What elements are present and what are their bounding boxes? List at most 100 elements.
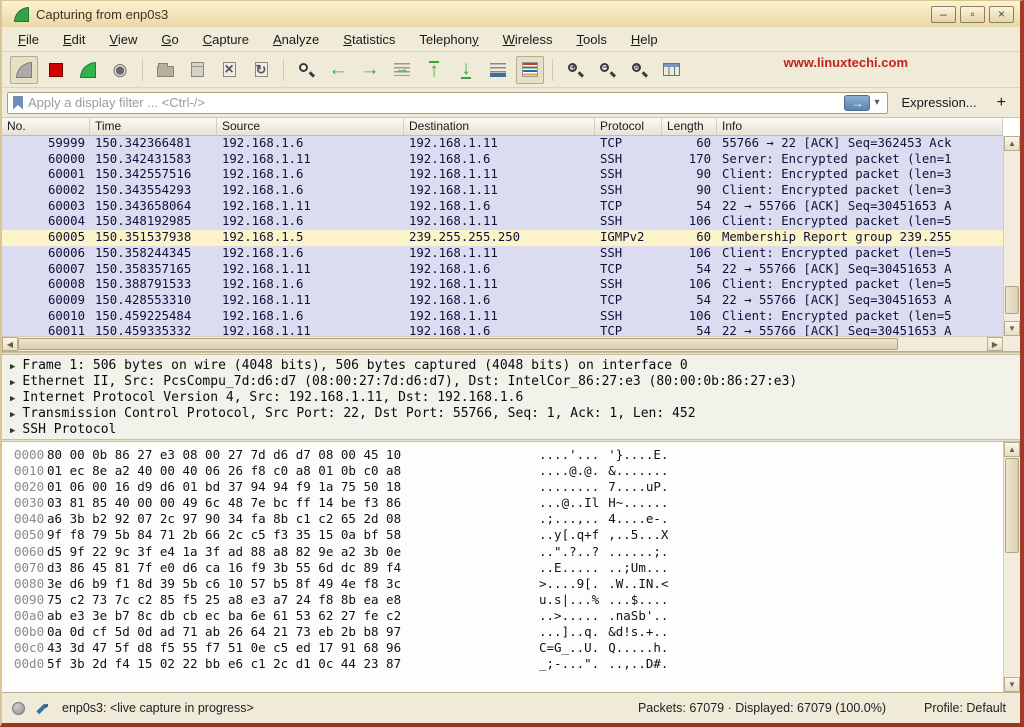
column-header-destination[interactable]: Destination [404,118,595,135]
menu-file[interactable]: File [18,32,39,47]
filter-dropdown-caret-icon[interactable]: ▾ [874,97,879,108]
menu-view[interactable]: View [109,32,137,47]
scroll-up-icon[interactable]: ▲ [1004,442,1020,457]
auto-scroll-icon[interactable] [484,56,512,84]
column-header-protocol[interactable]: Protocol [595,118,662,135]
zoom-out-icon[interactable]: − [593,56,621,84]
apply-filter-button[interactable]: → [844,95,870,111]
packet-list-vscrollbar[interactable]: ▲ ▼ [1003,136,1020,336]
hex-row-0000[interactable]: 000080 00 0b 86 27 e3 08 0027 7d d6 d7 0… [2,447,1003,463]
hex-row-00c0[interactable]: 00c043 3d 47 5f d8 f5 55 f751 0e c5 ed 1… [2,640,1003,656]
packet-row-60001[interactable]: 60001150.342557516192.168.1.6192.168.1.1… [2,167,1003,183]
capture-comment-icon[interactable] [35,702,48,715]
scroll-thumb[interactable] [18,338,898,350]
menu-capture[interactable]: Capture [203,32,249,47]
expert-info-icon[interactable] [12,702,25,715]
capture-stop-icon[interactable] [42,56,70,84]
bookmark-icon[interactable] [13,96,23,110]
scroll-down-icon[interactable]: ▼ [1004,677,1020,692]
expand-arrow-icon[interactable]: ▶ [10,378,15,388]
hex-row-0010[interactable]: 001001 ec 8e a2 40 00 40 0626 f8 c0 a8 0… [2,463,1003,479]
file-open-icon[interactable] [151,56,179,84]
column-header-length[interactable]: Length [662,118,717,135]
hex-row-0070[interactable]: 0070d3 86 45 81 7f e0 d6 ca16 f9 3b 55 6… [2,560,1003,576]
packet-list-hscrollbar[interactable]: ◀ ▶ [2,336,1003,351]
menu-help[interactable]: Help [631,32,658,47]
display-filter-field[interactable]: → ▾ [7,92,888,114]
menu-tools[interactable]: Tools [577,32,607,47]
profile-text[interactable]: Profile: Default [924,701,1006,715]
hex-row-0060[interactable]: 0060d5 9f 22 9c 3f e4 1a 3fad 88 a8 82 9… [2,544,1003,560]
hex-row-0030[interactable]: 003003 81 85 40 00 00 49 6c48 7e bc ff 1… [2,495,1003,511]
packet-row-60000[interactable]: 60000150.342431583192.168.1.11192.168.1.… [2,152,1003,168]
hex-row-0040[interactable]: 0040a6 3b b2 92 07 2c 97 9034 fa 8b c1 c… [2,511,1003,527]
capture-restart-icon[interactable] [74,56,102,84]
packet-row-60008[interactable]: 60008150.388791533192.168.1.6192.168.1.1… [2,277,1003,293]
go-forward-icon[interactable]: → [356,56,384,84]
packet-row-60007[interactable]: 60007150.358357165192.168.1.11192.168.1.… [2,262,1003,278]
reload-icon[interactable] [247,56,275,84]
hex-row-00a0[interactable]: 00a0ab e3 3e b7 8c db cb ecba 6e 61 53 6… [2,608,1003,624]
find-packet-icon[interactable] [292,56,320,84]
hex-row-0090[interactable]: 009075 c2 73 7c c2 85 f5 25a8 e3 a7 24 f… [2,592,1003,608]
packet-row-60002[interactable]: 60002150.343554293192.168.1.6192.168.1.1… [2,183,1003,199]
menu-go[interactable]: Go [161,32,178,47]
capture-options-icon[interactable] [106,56,134,84]
column-header-source[interactable]: Source [217,118,404,135]
close-button[interactable]: × [989,6,1014,23]
zoom-in-icon[interactable]: + [561,56,589,84]
menu-analyze[interactable]: Analyze [273,32,319,47]
scroll-thumb[interactable] [1005,286,1019,314]
capture-start-icon[interactable] [10,56,38,84]
file-save-icon[interactable] [183,56,211,84]
hex-row-00b0[interactable]: 00b00a 0d cf 5d 0d ad 71 ab26 64 21 73 e… [2,624,1003,640]
scroll-right-icon[interactable]: ▶ [987,337,1003,351]
detail-line-4[interactable]: ▶SSH Protocol [10,422,1020,438]
expression-button[interactable]: Expression... [902,95,977,110]
packet-row-60003[interactable]: 60003150.343658064192.168.1.11192.168.1.… [2,199,1003,215]
maximize-button[interactable]: ▫ [960,6,985,23]
detail-line-0[interactable]: ▶Frame 1: 506 bytes on wire (4048 bits),… [10,358,1020,374]
go-first-icon[interactable]: ↑ [420,56,448,84]
packet-row-60004[interactable]: 60004150.348192985192.168.1.6192.168.1.1… [2,214,1003,230]
hex-row-00d0[interactable]: 00d05f 3b 2d f4 15 02 22 bbe6 c1 2c d1 0… [2,656,1003,672]
go-last-icon[interactable]: ↓ [452,56,480,84]
expand-arrow-icon[interactable]: ▶ [10,362,15,372]
ascii-bytes: &d!s.+.. [608,624,668,640]
detail-line-1[interactable]: ▶Ethernet II, Src: PcsCompu_7d:d6:d7 (08… [10,374,1020,390]
scroll-thumb[interactable] [1005,458,1019,553]
go-back-icon[interactable]: ← [324,56,352,84]
menu-edit[interactable]: Edit [63,32,85,47]
menu-statistics[interactable]: Statistics [343,32,395,47]
column-header-no[interactable]: No. [2,118,90,135]
minimize-button[interactable]: – [931,6,956,23]
menu-telephony[interactable]: Telephony [419,32,478,47]
go-to-icon[interactable] [388,56,416,84]
column-header-time[interactable]: Time [90,118,217,135]
packet-row-59999[interactable]: 59999150.342366481192.168.1.6192.168.1.1… [2,136,1003,152]
hex-row-0050[interactable]: 00509f f8 79 5b 84 71 2b 662c c5 f3 35 1… [2,527,1003,543]
scroll-down-icon[interactable]: ▼ [1004,321,1020,336]
packet-row-60009[interactable]: 60009150.428553310192.168.1.11192.168.1.… [2,293,1003,309]
scroll-up-icon[interactable]: ▲ [1004,136,1020,151]
hex-row-0080[interactable]: 00803e d6 b9 f1 8d 39 5b c610 57 b5 8f 4… [2,576,1003,592]
colorize-icon[interactable] [516,56,544,84]
detail-line-2[interactable]: ▶Internet Protocol Version 4, Src: 192.1… [10,390,1020,406]
zoom-original-icon[interactable]: = [625,56,653,84]
expand-arrow-icon[interactable]: ▶ [10,410,15,420]
file-close-icon[interactable] [215,56,243,84]
packet-row-60010[interactable]: 60010150.459225484192.168.1.6192.168.1.1… [2,309,1003,325]
resize-columns-icon[interactable] [657,56,685,84]
column-header-info[interactable]: Info [717,118,1003,135]
hex-row-0020[interactable]: 002001 06 00 16 d9 d6 01 bd37 94 94 f9 1… [2,479,1003,495]
expand-arrow-icon[interactable]: ▶ [10,426,15,436]
packet-row-60005[interactable]: 60005150.351537938192.168.1.5239.255.255… [2,230,1003,246]
expand-arrow-icon[interactable]: ▶ [10,394,15,404]
packet-row-60006[interactable]: 60006150.358244345192.168.1.6192.168.1.1… [2,246,1003,262]
menu-wireless[interactable]: Wireless [503,32,553,47]
detail-line-3[interactable]: ▶Transmission Control Protocol, Src Port… [10,406,1020,422]
add-filter-button[interactable]: + [997,94,1006,112]
hex-vscrollbar[interactable]: ▲ ▼ [1003,442,1020,692]
display-filter-input[interactable] [28,95,844,110]
scroll-left-icon[interactable]: ◀ [2,337,18,351]
